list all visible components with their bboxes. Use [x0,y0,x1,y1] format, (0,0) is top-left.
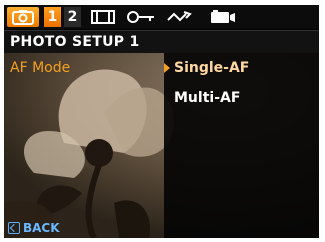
return-arrow-icon [167,11,192,22]
camera-icon [12,10,34,25]
tab-page-2[interactable]: 2 [64,7,81,27]
back-label: BACK [23,221,60,235]
options-panel [164,53,319,238]
tab-return[interactable] [166,7,196,27]
film-icon [91,10,115,24]
back-arrow-icon [8,222,20,234]
tab-playback[interactable] [208,7,238,27]
tab-page-1[interactable]: 1 [44,7,61,27]
af-mode-setting-label[interactable]: AF Mode [10,60,70,76]
selection-arrow-icon [164,63,170,73]
option-single-af[interactable]: Single-AF [174,60,249,76]
playback-icon [211,10,235,23]
option-multi-af[interactable]: Multi-AF [174,90,240,106]
menu-title-bar: PHOTO SETUP 1 [4,30,319,53]
tab-setup[interactable] [126,7,156,27]
menu-tab-bar: 1 2 [4,5,319,29]
tab-video[interactable] [88,7,118,27]
wrench-icon [127,11,154,23]
page-title: PHOTO SETUP 1 [10,34,140,50]
camera-menu-screen: 1 2 PHOTO SETUP 1 AF Mode Single-AF Mult… [4,5,319,238]
back-button[interactable]: BACK [8,220,60,236]
tab-camera[interactable] [7,7,39,27]
